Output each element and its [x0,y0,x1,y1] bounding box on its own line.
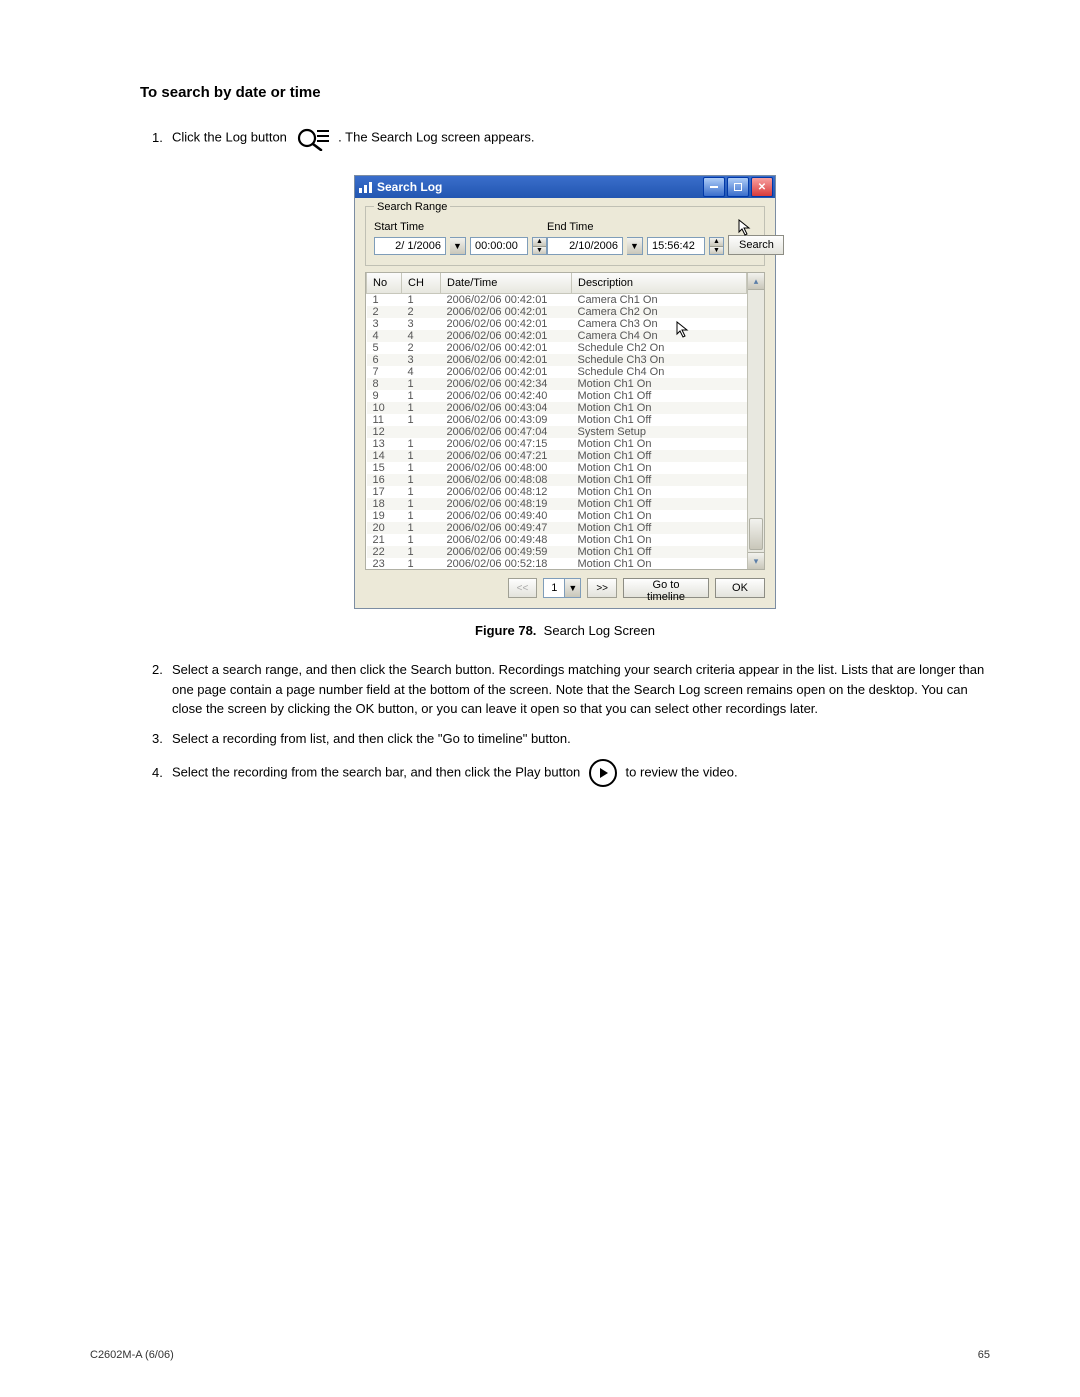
end-time-spinner[interactable]: ▲▼ [709,237,724,255]
start-time-label: Start Time [374,221,547,233]
scrollbar-thumb[interactable] [749,518,763,550]
end-time-label: End Time [547,221,724,233]
go-to-timeline-button[interactable]: Go to timeline [623,578,709,598]
footer-right: 65 [978,1349,990,1361]
ok-button[interactable]: OK [715,578,765,598]
end-date-input[interactable]: 2/10/2006 [547,237,623,255]
table-row[interactable]: 2012006/02/06 00:49:47Motion Ch1 Off [367,522,747,534]
step-3-text: Select a recording from list, and then c… [172,729,990,749]
scrollbar[interactable]: ▴ ▾ [747,273,764,569]
search-range-group: Search Range Start Time 2/ 1/2006 ▼ 00:0… [365,206,765,266]
col-datetime[interactable]: Date/Time [441,273,572,294]
table-row[interactable]: 1912006/02/06 00:49:40Motion Ch1 On [367,510,747,522]
chevron-down-icon[interactable]: ▼ [450,237,466,255]
window-icon [359,181,373,193]
step-1-text-b: . The Search Log screen appears. [338,129,534,144]
table-row[interactable]: 632006/02/06 00:42:01Schedule Ch3 On [367,354,747,366]
prev-page-button[interactable]: << [508,578,538,598]
log-table: No CH Date/Time Description 112006/02/06… [365,272,765,570]
log-button-icon [295,125,331,151]
table-row[interactable]: 1412006/02/06 00:47:21Motion Ch1 Off [367,450,747,462]
close-icon[interactable] [751,177,773,197]
table-row[interactable]: 1512006/02/06 00:48:00Motion Ch1 On [367,462,747,474]
start-time-spinner[interactable]: ▲▼ [532,237,547,255]
table-row[interactable]: 2312006/02/06 00:52:18Motion Ch1 On [367,558,747,569]
search-log-window: Search Log Search Range Start Time 2/ 1/… [354,175,776,609]
scroll-up-icon[interactable]: ▴ [748,273,764,290]
chevron-down-icon[interactable]: ▼ [627,237,643,255]
start-date-input[interactable]: 2/ 1/2006 [374,237,446,255]
play-button-icon [588,758,618,788]
window-title: Search Log [377,180,703,194]
chevron-down-icon[interactable]: ▼ [565,578,581,598]
col-description[interactable]: Description [572,273,747,294]
table-row[interactable]: 2112006/02/06 00:49:48Motion Ch1 On [367,534,747,546]
col-ch[interactable]: CH [402,273,441,294]
table-row[interactable]: 742006/02/06 00:42:01Schedule Ch4 On [367,366,747,378]
step-1-text-a: Click the Log button [172,129,287,144]
maximize-icon[interactable] [727,177,749,197]
step-4-number: 4. [152,763,172,783]
table-row[interactable]: 1312006/02/06 00:47:15Motion Ch1 On [367,438,747,450]
next-page-button[interactable]: >> [587,578,617,598]
table-row[interactable]: 2212006/02/06 00:49:59Motion Ch1 Off [367,546,747,558]
table-row[interactable]: 222006/02/06 00:42:01Camera Ch2 On [367,306,747,318]
end-time-input[interactable]: 15:56:42 [647,237,705,255]
col-no[interactable]: No [367,273,402,294]
step-1-number: 1. [152,128,172,148]
footer-left: C2602M-A (6/06) [90,1349,174,1361]
step-3-number: 3. [152,729,172,749]
search-range-legend: Search Range [374,201,450,213]
step-4-text-a: Select the recording from the search bar… [172,764,580,779]
table-row[interactable]: 1612006/02/06 00:48:08Motion Ch1 Off [367,474,747,486]
search-button[interactable]: Search [728,235,784,255]
scroll-down-icon[interactable]: ▾ [748,552,764,569]
heading: To search by date or time [140,84,990,101]
table-row[interactable]: 812006/02/06 00:42:34Motion Ch1 On [367,378,747,390]
cursor-icon [738,219,752,237]
minimize-icon[interactable] [703,177,725,197]
step-2-text: Select a search range, and then click th… [172,660,990,719]
table-row[interactable]: 112006/02/06 00:42:01Camera Ch1 On [367,294,747,307]
figure-caption: Figure 78. Search Log Screen [140,623,990,638]
table-header-row: No CH Date/Time Description [367,273,747,294]
table-row[interactable]: 122006/02/06 00:47:04System Setup [367,426,747,438]
table-row[interactable]: 1012006/02/06 00:43:04Motion Ch1 On [367,402,747,414]
start-time-input[interactable]: 00:00:00 [470,237,528,255]
step-4-text-b: to review the video. [626,764,738,779]
table-row[interactable]: 1712006/02/06 00:48:12Motion Ch1 On [367,486,747,498]
step-2-number: 2. [152,660,172,680]
table-row[interactable]: 522006/02/06 00:42:01Schedule Ch2 On [367,342,747,354]
table-row[interactable]: 1112006/02/06 00:43:09Motion Ch1 Off [367,414,747,426]
table-row[interactable]: 912006/02/06 00:42:40Motion Ch1 Off [367,390,747,402]
cursor-icon [676,321,690,339]
page-number-input[interactable]: 1 [543,578,565,598]
table-row[interactable]: 1812006/02/06 00:48:19Motion Ch1 Off [367,498,747,510]
